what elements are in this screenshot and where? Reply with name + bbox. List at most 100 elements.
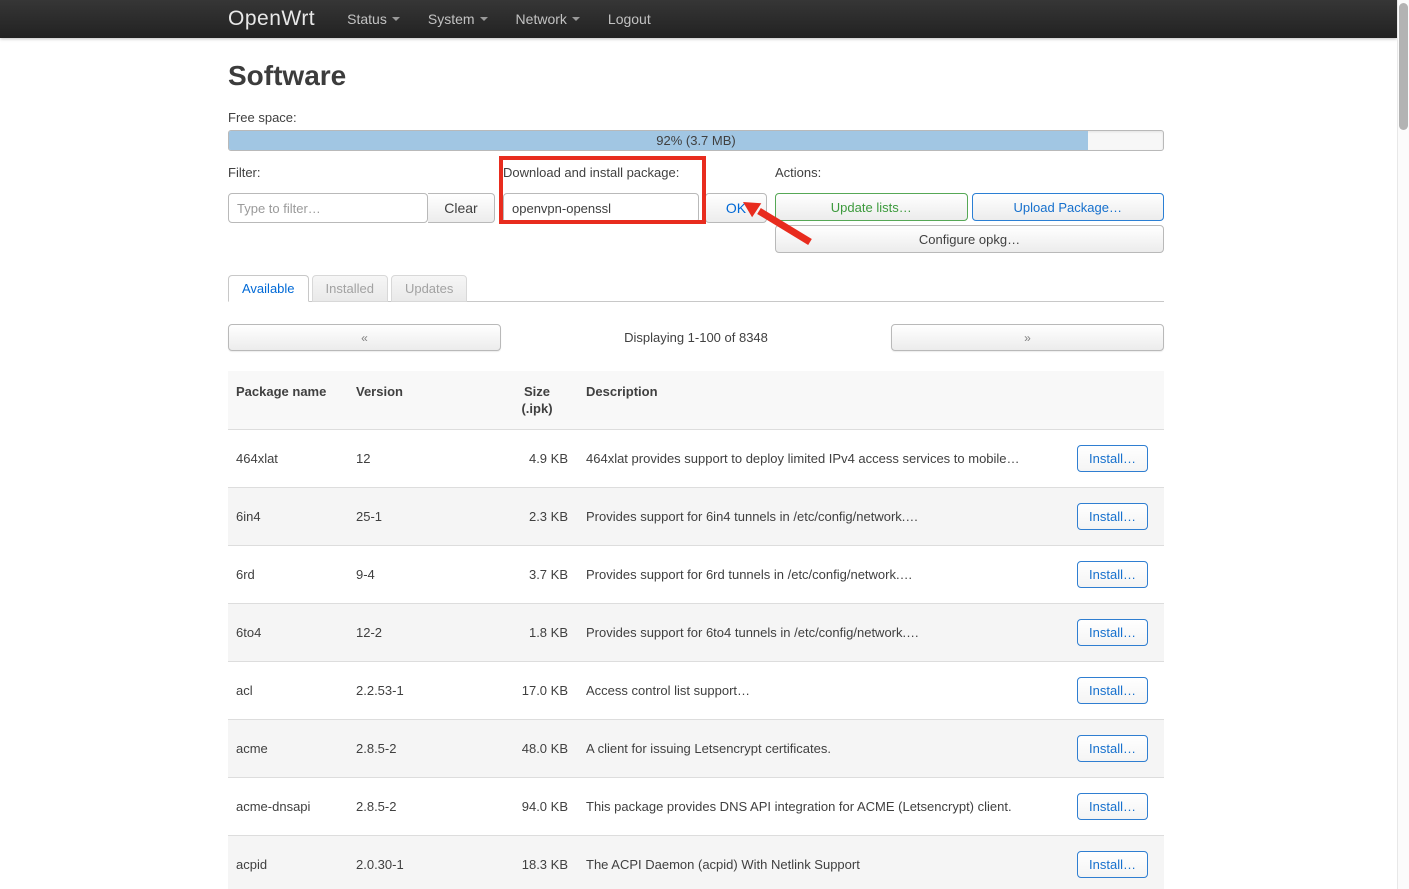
package-version-cell: 12-2 bbox=[348, 604, 498, 662]
top-navbar: OpenWrt Status System Network Logout bbox=[0, 0, 1397, 38]
install-button[interactable]: Install… bbox=[1077, 561, 1148, 588]
page-title: Software bbox=[228, 60, 1164, 92]
install-button[interactable]: Install… bbox=[1077, 735, 1148, 762]
package-size-cell: 4.9 KB bbox=[498, 430, 578, 488]
filter-input[interactable] bbox=[228, 193, 428, 223]
nav-item-system[interactable]: System bbox=[414, 11, 502, 27]
free-space-progress-text: 92% (3.7 MB) bbox=[229, 131, 1163, 150]
install-button[interactable]: Install… bbox=[1077, 851, 1148, 878]
package-name-cell: 464xlat bbox=[228, 430, 348, 488]
install-button[interactable]: Install… bbox=[1077, 619, 1148, 646]
package-size-cell: 18.3 KB bbox=[498, 836, 578, 889]
install-button[interactable]: Install… bbox=[1077, 793, 1148, 820]
nav-item-logout[interactable]: Logout bbox=[594, 11, 665, 27]
pagination-next-button[interactable]: » bbox=[891, 324, 1164, 351]
table-row: acme 2.8.5-2 48.0 KB A client for issuin… bbox=[228, 720, 1164, 778]
nav-item-system-label: System bbox=[428, 11, 475, 27]
package-table: Package name Version Size (.ipk) Descrip… bbox=[228, 371, 1164, 889]
package-description-cell: 464xlat provides support to deploy limit… bbox=[578, 430, 1064, 488]
column-header-description: Description bbox=[578, 371, 1064, 430]
package-size-cell: 2.3 KB bbox=[498, 488, 578, 546]
actions-label: Actions: bbox=[775, 165, 1164, 182]
clear-button[interactable]: Clear bbox=[428, 193, 495, 223]
tab-installed[interactable]: Installed bbox=[312, 275, 388, 302]
update-lists-button[interactable]: Update lists… bbox=[775, 193, 968, 221]
package-name-cell: acme-dnsapi bbox=[228, 778, 348, 836]
package-tabs: Available Installed Updates bbox=[228, 275, 1164, 302]
nav-item-logout-label: Logout bbox=[608, 11, 651, 27]
nav-menu: Status System Network Logout bbox=[333, 11, 665, 27]
package-version-cell: 2.0.30-1 bbox=[348, 836, 498, 889]
chevron-down-icon bbox=[480, 17, 488, 21]
install-button[interactable]: Install… bbox=[1077, 503, 1148, 530]
package-size-cell: 17.0 KB bbox=[498, 662, 578, 720]
chevron-down-icon bbox=[572, 17, 580, 21]
package-description-cell: A client for issuing Letsencrypt certifi… bbox=[578, 720, 1064, 778]
openwrt-brand: OpenWrt bbox=[228, 7, 315, 31]
package-size-cell: 48.0 KB bbox=[498, 720, 578, 778]
package-version-cell: 2.8.5-2 bbox=[348, 778, 498, 836]
download-package-input[interactable] bbox=[503, 193, 699, 223]
package-actions-cell: Install… bbox=[1064, 720, 1164, 778]
package-version-cell: 2.8.5-2 bbox=[348, 720, 498, 778]
scrollbar-thumb[interactable] bbox=[1399, 3, 1408, 130]
install-button[interactable]: Install… bbox=[1077, 677, 1148, 704]
nav-item-status[interactable]: Status bbox=[333, 11, 414, 27]
table-row: 6in4 25-1 2.3 KB Provides support for 6i… bbox=[228, 488, 1164, 546]
table-row: acme-dnsapi 2.8.5-2 94.0 KB This package… bbox=[228, 778, 1164, 836]
package-description-cell: Provides support for 6to4 tunnels in /et… bbox=[578, 604, 1064, 662]
package-version-cell: 2.2.53-1 bbox=[348, 662, 498, 720]
package-name-cell: 6rd bbox=[228, 546, 348, 604]
package-actions-cell: Install… bbox=[1064, 662, 1164, 720]
table-row: 6to4 12-2 1.8 KB Provides support for 6t… bbox=[228, 604, 1164, 662]
package-name-cell: 6to4 bbox=[228, 604, 348, 662]
table-row: 6rd 9-4 3.7 KB Provides support for 6rd … bbox=[228, 546, 1164, 604]
table-row: acpid 2.0.30-1 18.3 KB The ACPI Daemon (… bbox=[228, 836, 1164, 889]
package-name-cell: acl bbox=[228, 662, 348, 720]
package-actions-cell: Install… bbox=[1064, 430, 1164, 488]
package-table-body: 464xlat 12 4.9 KB 464xlat provides suppo… bbox=[228, 430, 1164, 889]
free-space-progressbar: 92% (3.7 MB) bbox=[228, 130, 1164, 151]
package-name-cell: 6in4 bbox=[228, 488, 348, 546]
pagination-status: Displaying 1-100 of 8348 bbox=[501, 330, 891, 345]
tab-available[interactable]: Available bbox=[228, 275, 309, 302]
package-version-cell: 12 bbox=[348, 430, 498, 488]
package-actions-cell: Install… bbox=[1064, 546, 1164, 604]
free-space-label: Free space: bbox=[228, 110, 1164, 125]
vertical-scrollbar[interactable] bbox=[1397, 0, 1409, 889]
package-description-cell: Provides support for 6in4 tunnels in /et… bbox=[578, 488, 1064, 546]
column-header-version: Version bbox=[348, 371, 498, 430]
upload-package-button[interactable]: Upload Package… bbox=[972, 193, 1165, 221]
nav-item-status-label: Status bbox=[347, 11, 387, 27]
column-header-size-line2: (.ipk) bbox=[506, 400, 568, 417]
configure-opkg-button[interactable]: Configure opkg… bbox=[775, 225, 1164, 253]
install-button[interactable]: Install… bbox=[1077, 445, 1148, 472]
chevron-down-icon bbox=[392, 17, 400, 21]
package-size-cell: 1.8 KB bbox=[498, 604, 578, 662]
package-size-cell: 3.7 KB bbox=[498, 546, 578, 604]
tab-updates[interactable]: Updates bbox=[391, 275, 467, 302]
nav-item-network[interactable]: Network bbox=[502, 11, 594, 27]
package-description-cell: This package provides DNS API integratio… bbox=[578, 778, 1064, 836]
package-description-cell: Provides support for 6rd tunnels in /etc… bbox=[578, 546, 1064, 604]
package-name-cell: acpid bbox=[228, 836, 348, 889]
filter-label: Filter: bbox=[228, 165, 495, 182]
package-actions-cell: Install… bbox=[1064, 604, 1164, 662]
column-header-package-name: Package name bbox=[228, 371, 348, 430]
package-size-cell: 94.0 KB bbox=[498, 778, 578, 836]
package-actions-cell: Install… bbox=[1064, 836, 1164, 889]
table-row: 464xlat 12 4.9 KB 464xlat provides suppo… bbox=[228, 430, 1164, 488]
column-header-size: Size (.ipk) bbox=[498, 371, 578, 430]
package-description-cell: Access control list support… bbox=[578, 662, 1064, 720]
column-header-actions bbox=[1064, 371, 1164, 430]
package-name-cell: acme bbox=[228, 720, 348, 778]
nav-item-network-label: Network bbox=[516, 11, 567, 27]
package-version-cell: 25-1 bbox=[348, 488, 498, 546]
table-header-row: Package name Version Size (.ipk) Descrip… bbox=[228, 371, 1164, 430]
pagination-prev-button[interactable]: « bbox=[228, 324, 501, 351]
package-version-cell: 9-4 bbox=[348, 546, 498, 604]
table-row: acl 2.2.53-1 17.0 KB Access control list… bbox=[228, 662, 1164, 720]
package-actions-cell: Install… bbox=[1064, 778, 1164, 836]
ok-button[interactable]: OK bbox=[705, 193, 767, 223]
download-install-label: Download and install package: bbox=[503, 165, 767, 182]
